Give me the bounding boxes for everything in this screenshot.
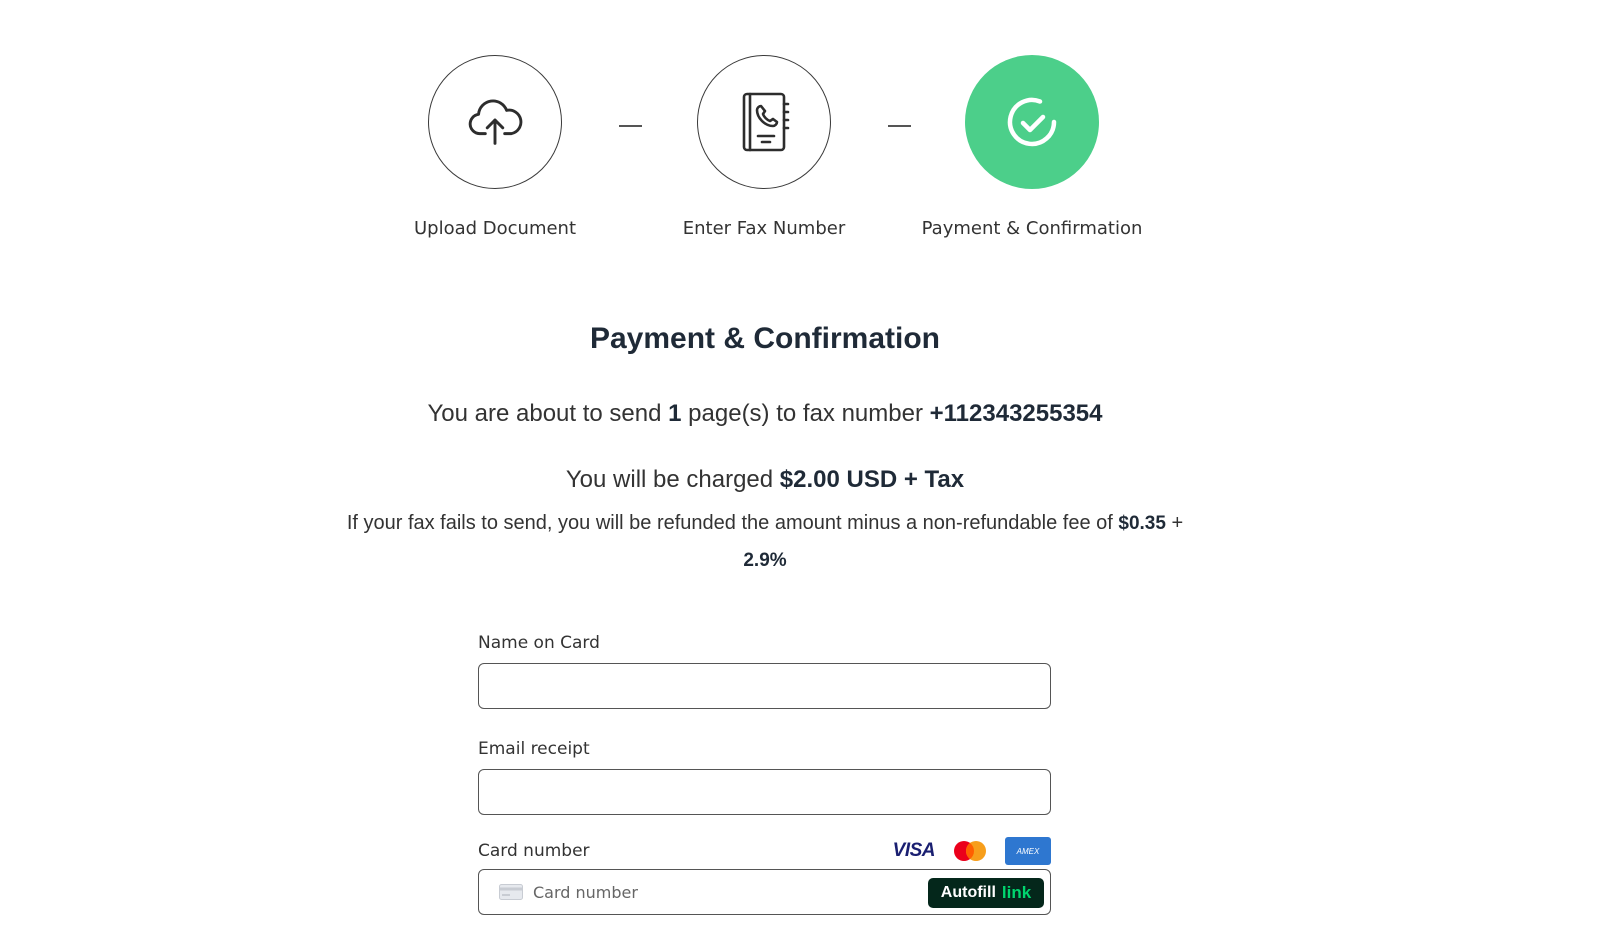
charge-prefix: You will be charged [565,466,774,493]
phone-book-icon [742,92,790,152]
refund-plus: + [1171,512,1184,534]
mastercard-icon [954,841,986,861]
amex-label: AMEX [1016,846,1040,856]
name-on-card-field [478,663,1051,709]
charge-summary: You will be charged $2.00 USD + Tax [0,466,1530,494]
send-middle: page(s) to fax number [688,400,923,427]
fax-number: +112343255354 [929,400,1103,427]
send-prefix: You are about to send [427,400,662,427]
page-count: 1 [668,400,682,427]
step-circle [697,55,831,189]
card-brands: VISA AMEX [893,837,1051,865]
visa-icon: VISA [892,840,936,861]
link-logo: link [1001,883,1032,902]
refund-fee: $0.35 [1118,513,1166,534]
card-number-field: Autofill link [478,869,1051,915]
card-number-header: Card number VISA AMEX [478,837,1051,865]
amex-icon: AMEX [1005,837,1051,865]
step-label: Enter Fax Number [682,218,846,239]
autofill-link-button[interactable]: Autofill link [928,878,1044,908]
check-circle-icon [1007,97,1057,147]
step-label: Payment & Confirmation [921,218,1143,239]
step-circle [428,55,562,189]
refund-notice: If your fax fails to send, you will be r… [310,505,1220,579]
page-title: Payment & Confirmation [589,322,941,355]
name-on-card-label: Name on Card [478,633,600,653]
email-receipt-field [478,769,1051,815]
step-label: Upload Document [413,218,577,239]
step-payment-confirmation[interactable]: Payment & Confirmation [912,55,1152,239]
progress-stepper: Upload Document Enter Fax Number Payment… [0,55,1540,255]
name-on-card-input[interactable] [479,664,1050,708]
send-summary: You are about to send 1 page(s) to fax n… [0,400,1530,428]
step-enter-fax-number[interactable]: Enter Fax Number [644,55,884,239]
charge-amount: $2.00 USD + Tax [779,466,965,493]
autofill-label: Autofill [940,884,996,901]
step-upload-document[interactable]: Upload Document [375,55,615,239]
cloud-upload-icon [468,99,523,145]
step-circle-active [965,55,1099,189]
step-connector [619,125,642,127]
email-receipt-input[interactable] [479,770,1050,814]
step-connector [888,125,911,127]
card-number-label: Card number [478,841,590,861]
refund-text: If your fax fails to send, you will be r… [346,512,1113,534]
email-receipt-label: Email receipt [478,739,590,759]
payment-form: Name on Card Email receipt Card number V… [478,632,1051,915]
refund-percent: 2.9% [743,550,787,571]
credit-card-icon [499,884,523,900]
